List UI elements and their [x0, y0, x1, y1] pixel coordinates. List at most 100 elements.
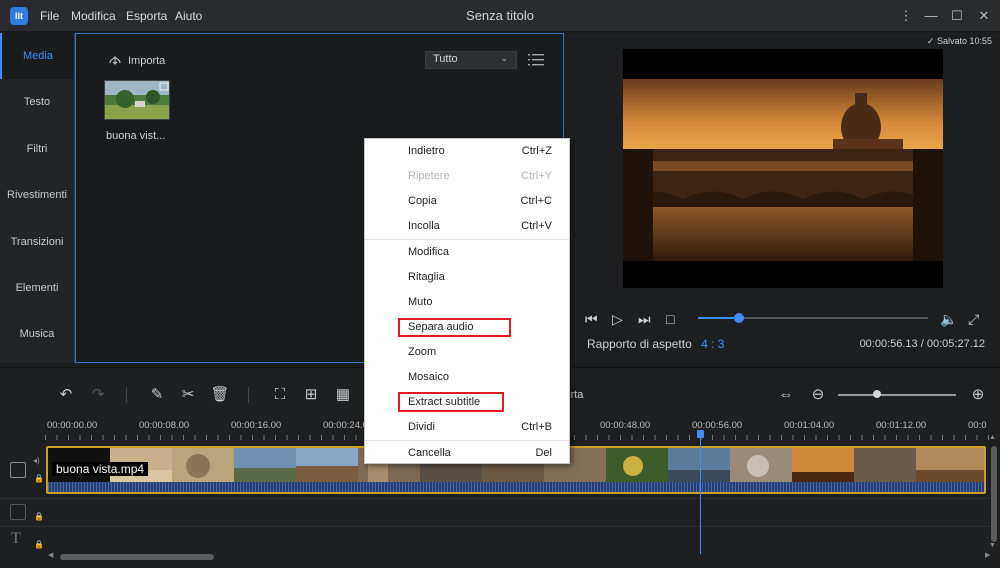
menu-modifica[interactable]: Modifica — [71, 9, 116, 23]
text-track-icon: T — [11, 530, 21, 547]
menu-item-cancella[interactable]: Cancella Del — [365, 441, 569, 466]
scissors-icon[interactable]: ✂ — [178, 385, 198, 405]
redo-icon[interactable]: ↷ — [88, 385, 108, 405]
menu-esporta[interactable]: Esporta — [126, 9, 167, 23]
highlight-box — [398, 392, 504, 412]
aspect-ratio: Rapporto di aspetto 4 : 3 — [587, 337, 724, 351]
scroll-up-icon[interactable]: ▲ — [989, 434, 996, 441]
overlay-track-icon — [10, 504, 26, 520]
menu-item-label: Dividi — [408, 421, 435, 433]
preview-area: ✓ Salvato 10:55 ⏮ ▷ ⏭ □ 🔈 ⤢ Rapporto di … — [565, 33, 1000, 363]
zoom-knob[interactable] — [873, 390, 882, 398]
import-label: Importa — [128, 55, 166, 67]
menu-item-label: Cancella — [408, 447, 451, 459]
tab-media[interactable]: Media — [0, 33, 74, 80]
tab-filtri[interactable]: Filtri — [0, 126, 74, 172]
context-menu: Indietro Ctrl+Z Ripetere Ctrl+Y Copia Ctrl+… — [364, 138, 570, 464]
menu-item-label: Indietro — [408, 145, 445, 157]
lock-icon[interactable]: 🔒 — [34, 474, 44, 483]
timeline-zoom-slider[interactable] — [838, 390, 956, 398]
import-button[interactable]: Importa — [108, 54, 165, 67]
aspect-ratio-value[interactable]: 4 : 3 — [701, 337, 724, 351]
filter-dropdown[interactable]: Tutto ⌄ — [425, 51, 517, 69]
check-icon: ✓ — [926, 36, 935, 46]
import-icon — [109, 55, 121, 65]
zoom-frame-icon[interactable]: ⊞ — [301, 385, 321, 405]
menu-item-dividi[interactable]: Dividi Ctrl+B — [365, 415, 569, 440]
speaker-icon[interactable]: ◂) — [33, 456, 40, 465]
overlay-track[interactable]: 🔒 — [0, 498, 990, 526]
ruler-label: 00:00:16.00 — [231, 420, 282, 431]
lock-icon[interactable]: 🔒 — [34, 512, 44, 521]
maximize-button[interactable]: ☐ — [948, 7, 966, 25]
fullscreen-icon[interactable]: ⤢ — [968, 311, 979, 328]
ruler-label: 00:01:04.00 — [784, 420, 835, 431]
tab-rivestimenti[interactable]: Rivestimenti — [0, 172, 74, 218]
media-item-label: buona vist... — [106, 130, 166, 142]
more-options-icon[interactable]: ⋮ — [897, 7, 915, 25]
undo-icon[interactable]: ↶ — [56, 385, 76, 405]
menu-item-ritaglia[interactable]: Ritaglia — [365, 265, 569, 290]
close-button[interactable]: ✕ — [975, 7, 993, 25]
toolbar-divider — [248, 387, 249, 403]
scroll-right-icon[interactable]: ▶ — [985, 551, 990, 559]
menu-item-shortcut: Ctrl+V — [521, 220, 552, 232]
ruler-label: 00:00:08.00 — [139, 420, 190, 431]
vertical-scrollbar[interactable] — [991, 446, 997, 542]
ruler-label: 00:00:24.0 — [323, 420, 368, 431]
menu-item-copia[interactable]: Copia Ctrl+C — [365, 189, 569, 214]
ruler-label: 00:0 — [968, 420, 987, 431]
menu-item-incolla[interactable]: Incolla Ctrl+V — [365, 214, 569, 239]
text-track[interactable]: T 🔒 — [0, 526, 990, 554]
app-logo-icon: Ilt — [10, 7, 28, 25]
mosaic-icon[interactable]: ▦ — [333, 385, 353, 405]
tab-elementi[interactable]: Elementi — [0, 265, 74, 311]
tab-musica[interactable]: Musica — [0, 311, 74, 357]
menu-item-mosaico[interactable]: Mosaico — [365, 365, 569, 390]
menu-item-label: Modifica — [408, 246, 449, 258]
scroll-down-icon[interactable]: ▼ — [989, 542, 996, 549]
scroll-left-icon[interactable]: ◀ — [48, 551, 53, 559]
menu-aiuto[interactable]: Aiuto — [175, 9, 202, 23]
video-preview[interactable] — [623, 49, 943, 288]
crop-icon[interactable]: ⛶ — [270, 385, 290, 405]
list-view-icon[interactable] — [528, 53, 544, 67]
zoom-in-icon[interactable]: ⊕ — [968, 385, 988, 405]
previous-frame-button[interactable]: ⏮ — [585, 311, 598, 328]
highlight-box — [398, 318, 511, 337]
tab-testo[interactable]: Testo — [0, 79, 74, 125]
next-frame-button[interactable]: ⏭ — [638, 311, 651, 328]
partial-hidden-label[interactable]: rta — [567, 385, 587, 405]
menu-item-modifica[interactable]: Modifica — [365, 240, 569, 265]
edit-pencil-icon[interactable]: ✎ — [147, 385, 167, 405]
lock-icon[interactable]: 🔒 — [34, 540, 44, 549]
clip-label: buona vista.mp4 — [52, 462, 149, 476]
menu-file[interactable]: File — [40, 9, 59, 23]
play-button[interactable]: ▷ — [612, 311, 623, 328]
media-thumbnail[interactable] — [104, 80, 170, 120]
ruler-label: 00:01:12.00 — [876, 420, 927, 431]
stop-button[interactable]: □ — [666, 311, 674, 327]
fit-timeline-icon[interactable]: ⇔ — [776, 385, 796, 405]
menu-item-muto[interactable]: Muto — [365, 290, 569, 315]
volume-icon[interactable]: 🔈 — [940, 311, 957, 328]
playhead[interactable] — [700, 434, 701, 554]
landscape-thumbnail-icon — [105, 81, 169, 119]
menu-item-indietro[interactable]: Indietro Ctrl+Z — [365, 139, 569, 164]
saved-status: ✓ Salvato 10:55 — [927, 36, 992, 47]
menu-item-label: Copia — [408, 195, 437, 207]
menu-item-label: Ripetere — [408, 170, 450, 182]
horizontal-scrollbar[interactable] — [60, 554, 214, 560]
menu-item-zoom[interactable]: Zoom — [365, 340, 569, 365]
delete-icon[interactable]: 🗑 — [210, 385, 230, 405]
zoom-out-icon[interactable]: ⊖ — [808, 385, 828, 405]
tab-transizioni[interactable]: Transizioni — [0, 219, 74, 265]
playback-progress-slider[interactable] — [698, 313, 928, 323]
sidebar-tabs: Media Testo Filtri Rivestimenti Transizi… — [0, 33, 75, 363]
progress-knob[interactable] — [734, 313, 745, 323]
aspect-ratio-label: Rapporto di aspetto — [587, 337, 692, 351]
time-separator: / — [920, 338, 924, 350]
menu-item-label: Mosaico — [408, 371, 449, 383]
minimize-button[interactable]: — — [922, 7, 940, 25]
menu-item-shortcut: Del — [535, 447, 552, 459]
